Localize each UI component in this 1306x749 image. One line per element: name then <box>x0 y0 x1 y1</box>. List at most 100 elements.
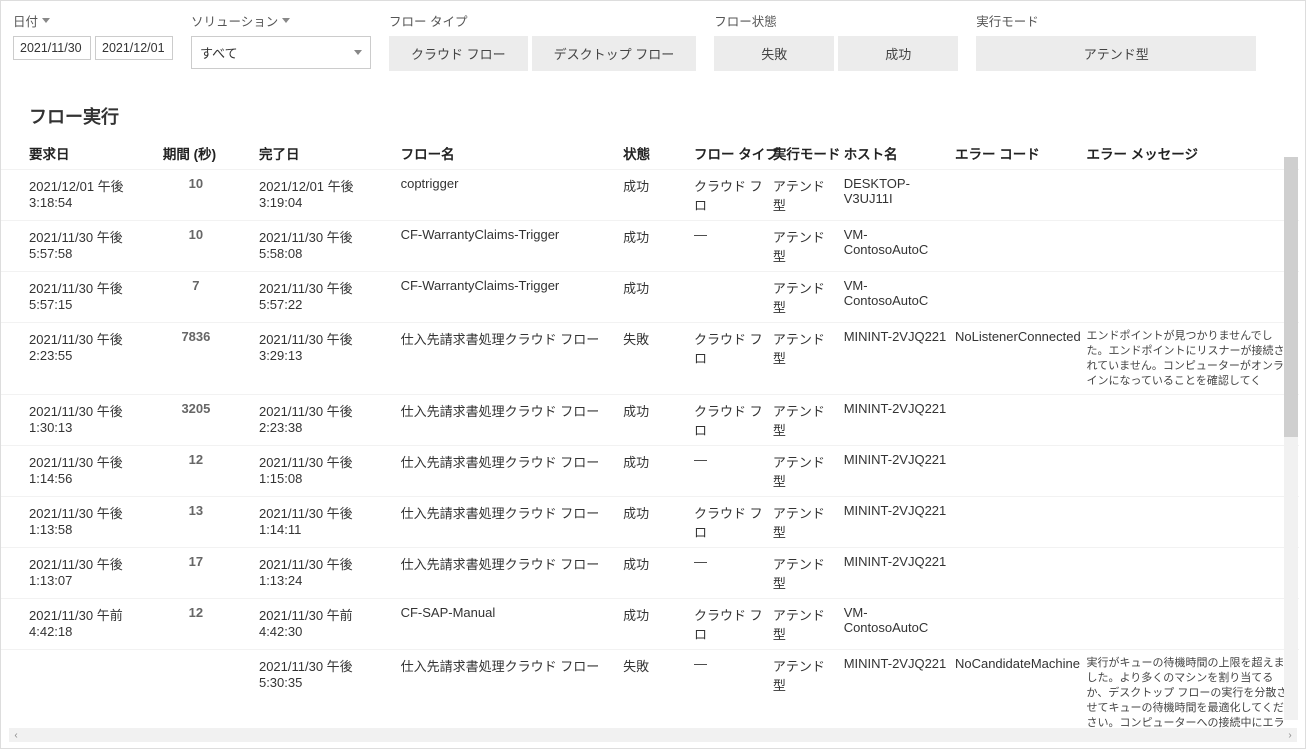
cell-request-date: 2021/11/30 午後 5:57:58 <box>1 221 163 272</box>
table-row[interactable]: 2021/11/30 午後 1:14:56122021/11/30 午後 1:1… <box>1 446 1299 497</box>
cell-error-msg <box>1086 548 1299 599</box>
solution-filter: ソリューション すべて <box>191 11 371 69</box>
cell-flow-name: CF-SAP-Manual <box>401 599 624 650</box>
col-run-mode[interactable]: 実行モード <box>773 137 844 170</box>
table-scroll-area[interactable]: 要求日 期間 (秒) 完了日 フロー名 状態 フロー タイプ 実行モード ホスト… <box>1 137 1299 732</box>
cell-duration: 10 <box>163 221 259 272</box>
table-row[interactable]: 2021/11/30 午後 1:30:1332052021/11/30 午後 2… <box>1 395 1299 446</box>
cell-request-date <box>1 650 163 732</box>
cell-duration: 10 <box>163 170 259 221</box>
table-row[interactable]: 2021/11/30 午後 1:13:58132021/11/30 午後 1:1… <box>1 497 1299 548</box>
cell-error-msg <box>1086 395 1299 446</box>
cell-host: MININT-2VJQ221 <box>844 446 955 497</box>
solution-value: すべて <box>200 43 238 62</box>
section-title: フロー実行 <box>1 79 1305 137</box>
table-row[interactable]: 2021/11/30 午後 5:57:1572021/11/30 午後 5:57… <box>1 272 1299 323</box>
cell-end-date: 2021/11/30 午後 1:15:08 <box>259 446 401 497</box>
col-end-date[interactable]: 完了日 <box>259 137 401 170</box>
cell-request-date: 2021/12/01 午後 3:18:54 <box>1 170 163 221</box>
cell-flow-name: CF-WarrantyClaims-Trigger <box>401 272 624 323</box>
table-row[interactable]: 2021/11/30 午後 2:23:5578362021/11/30 午後 3… <box>1 323 1299 395</box>
cell-run-mode: アテンド型 <box>773 497 844 548</box>
cell-status: 成功 <box>623 272 694 323</box>
run-mode-attended-button[interactable]: アテンド型 <box>976 36 1256 71</box>
cell-flow-type: クラウド フロ <box>694 497 773 548</box>
cell-error-code <box>955 446 1087 497</box>
cell-host: MININT-2VJQ221 <box>844 395 955 446</box>
cell-end-date: 2021/11/30 午後 2:23:38 <box>259 395 401 446</box>
cell-flow-name: CF-WarrantyClaims-Trigger <box>401 221 624 272</box>
cell-request-date: 2021/11/30 午後 1:13:07 <box>1 548 163 599</box>
solution-filter-label[interactable]: ソリューション <box>191 11 371 30</box>
col-duration[interactable]: 期間 (秒) <box>163 137 259 170</box>
cell-status: 成功 <box>623 446 694 497</box>
solution-select[interactable]: すべて <box>191 36 371 69</box>
cell-duration: 7 <box>163 272 259 323</box>
cell-status: 成功 <box>623 599 694 650</box>
cell-run-mode: アテンド型 <box>773 599 844 650</box>
cell-flow-type: — <box>694 221 773 272</box>
table-row[interactable]: 2021/11/30 午後 1:13:07172021/11/30 午後 1:1… <box>1 548 1299 599</box>
date-label-text: 日付 <box>13 11 38 30</box>
vertical-scrollbar-thumb[interactable] <box>1284 157 1298 437</box>
horizontal-scrollbar-track[interactable] <box>23 728 1283 742</box>
col-status[interactable]: 状態 <box>623 137 694 170</box>
cell-error-code <box>955 272 1087 323</box>
cell-error-code <box>955 221 1087 272</box>
col-error-msg[interactable]: エラー メッセージ <box>1086 137 1299 170</box>
cell-end-date: 2021/12/01 午後 3:19:04 <box>259 170 401 221</box>
cell-flow-name: 仕入先請求書処理クラウド フロー <box>401 395 624 446</box>
cell-end-date: 2021/11/30 午後 1:13:24 <box>259 548 401 599</box>
cell-host: MININT-2VJQ221 <box>844 323 955 395</box>
cell-error-code: NoCandidateMachine <box>955 650 1087 732</box>
flow-state-filter: フロー状態 失敗 成功 <box>714 11 958 71</box>
cell-error-code <box>955 599 1087 650</box>
cell-error-code: NoListenerConnected <box>955 323 1087 395</box>
date-from-input[interactable]: 2021/11/30 <box>13 36 91 60</box>
cell-host: VM-ContosoAutoC <box>844 599 955 650</box>
cell-status: 成功 <box>623 170 694 221</box>
flow-type-desktop-button[interactable]: デスクトップ フロー <box>532 36 697 71</box>
cell-flow-name: 仕入先請求書処理クラウド フロー <box>401 650 624 732</box>
flow-state-success-button[interactable]: 成功 <box>838 36 958 71</box>
table-row[interactable]: 2021/11/30 午後 5:57:58102021/11/30 午後 5:5… <box>1 221 1299 272</box>
table-row[interactable]: 2021/11/30 午前 4:42:18122021/11/30 午前 4:4… <box>1 599 1299 650</box>
cell-request-date: 2021/11/30 午後 1:13:58 <box>1 497 163 548</box>
col-flow-name[interactable]: フロー名 <box>401 137 624 170</box>
cell-status: 成功 <box>623 395 694 446</box>
cell-flow-type: — <box>694 548 773 599</box>
cell-error-msg <box>1086 221 1299 272</box>
cell-run-mode: アテンド型 <box>773 446 844 497</box>
cell-request-date: 2021/11/30 午後 5:57:15 <box>1 272 163 323</box>
horizontal-scroll-right-arrow[interactable]: › <box>1283 728 1297 742</box>
table-row[interactable]: 2021/11/30 午後 5:30:35仕入先請求書処理クラウド フロー失敗—… <box>1 650 1299 732</box>
chevron-down-icon <box>42 18 50 23</box>
col-error-code[interactable]: エラー コード <box>955 137 1087 170</box>
date-filter-label[interactable]: 日付 <box>13 11 173 30</box>
cell-error-msg: 実行がキューの待機時間の上限を超えました。より多くのマシンを割り当てるか、デスク… <box>1086 650 1299 732</box>
chevron-down-icon <box>282 18 290 23</box>
date-to-input[interactable]: 2021/12/01 <box>95 36 173 60</box>
cell-error-msg <box>1086 497 1299 548</box>
flow-state-fail-button[interactable]: 失敗 <box>714 36 834 71</box>
cell-run-mode: アテンド型 <box>773 221 844 272</box>
cell-flow-type <box>694 272 773 323</box>
cell-request-date: 2021/11/30 午後 2:23:55 <box>1 323 163 395</box>
col-flow-type[interactable]: フロー タイプ <box>694 137 773 170</box>
table-row[interactable]: 2021/12/01 午後 3:18:54102021/12/01 午後 3:1… <box>1 170 1299 221</box>
flow-type-label: フロー タイプ <box>389 11 696 30</box>
cell-request-date: 2021/11/30 午後 1:14:56 <box>1 446 163 497</box>
cell-end-date: 2021/11/30 午後 3:29:13 <box>259 323 401 395</box>
col-request-date[interactable]: 要求日 <box>1 137 163 170</box>
cell-run-mode: アテンド型 <box>773 548 844 599</box>
cell-request-date: 2021/11/30 午前 4:42:18 <box>1 599 163 650</box>
cell-run-mode: アテンド型 <box>773 272 844 323</box>
cell-host: MININT-2VJQ221 <box>844 497 955 548</box>
cell-host: DESKTOP-V3UJ11I <box>844 170 955 221</box>
cell-request-date: 2021/11/30 午後 1:30:13 <box>1 395 163 446</box>
cell-run-mode: アテンド型 <box>773 323 844 395</box>
flow-type-cloud-button[interactable]: クラウド フロー <box>389 36 528 71</box>
col-host[interactable]: ホスト名 <box>844 137 955 170</box>
cell-host: VM-ContosoAutoC <box>844 272 955 323</box>
horizontal-scroll-left-arrow[interactable]: ‹ <box>9 728 23 742</box>
